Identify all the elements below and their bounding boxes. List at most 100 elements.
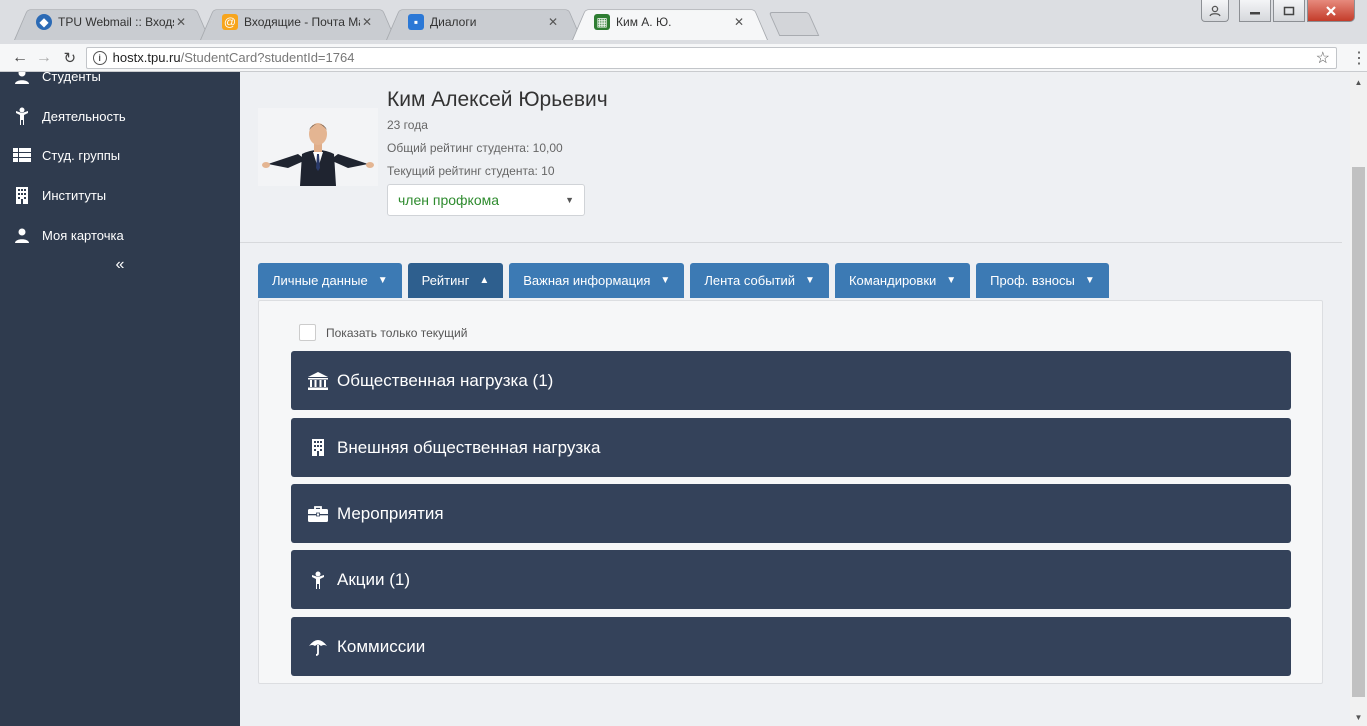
page-scrollbar[interactable]: ▲ ▼ (1350, 72, 1367, 726)
total-rating: Общий рейтинг студента: 10,00 (387, 141, 563, 155)
person-icon (307, 570, 329, 590)
browser-tab-strip: ◆ TPU Webmail :: Входящи ✕ @ Входящие - … (0, 0, 1367, 44)
chevron-down-icon: ▼ (946, 275, 957, 286)
sidebar-item-institutes[interactable]: Институты (12, 185, 106, 205)
tab-label: Лента событий (704, 273, 796, 288)
close-icon[interactable]: ✕ (732, 15, 746, 29)
sidebar-item-label: Студенты (42, 72, 101, 84)
status-value: член профкома (398, 192, 500, 208)
tab-event-feed[interactable]: Лента событий ▼ (690, 263, 829, 298)
status-select[interactable]: член профкома ▼ (387, 184, 585, 216)
sidebar-item-label: Студ. группы (42, 147, 121, 163)
main-content: Ким Алексей Юрьевич 23 года Общий рейтин… (240, 72, 1342, 726)
forward-arrow-icon[interactable]: → (34, 49, 54, 67)
tab-label: Командировки (848, 273, 937, 288)
browser-tab-title: Диалоги (430, 15, 477, 29)
list-icon (12, 146, 32, 164)
url-path: /StudentCard?studentId=1764 (180, 50, 355, 65)
student-age: 23 года (387, 118, 428, 132)
bookmark-star-icon[interactable]: ☆ (1316, 48, 1330, 68)
show-current-label: Показать только текущий (326, 325, 468, 340)
chat-icon: ▪ (408, 14, 424, 30)
scroll-down-icon[interactable]: ▼ (1350, 713, 1367, 722)
browser-tab-mail[interactable]: @ Входящие - Почта Mail. ✕ (200, 4, 396, 40)
umbrella-icon (307, 637, 329, 657)
user-icon (12, 72, 32, 85)
briefcase-icon (307, 504, 329, 524)
minimize-icon[interactable] (1239, 0, 1271, 22)
accordion-commissions[interactable]: Коммиссии (291, 617, 1291, 676)
sidebar-item-students[interactable]: Студенты (12, 72, 101, 86)
accordion-external-load[interactable]: Внешняя общественная нагрузка (291, 418, 1291, 477)
scroll-up-icon[interactable]: ▲ (1350, 78, 1367, 87)
current-rating: Текущий рейтинг студента: 10 (387, 164, 555, 178)
sidebar: Студенты Деятельность Студ. группы Инсти… (0, 72, 240, 726)
user-icon (12, 226, 32, 244)
browser-tab-student[interactable]: ▦ Ким А. Ю. ✕ (572, 4, 768, 40)
person-icon (12, 107, 32, 125)
sidebar-item-label: Институты (42, 187, 107, 203)
profile-icon[interactable] (1201, 0, 1229, 22)
close-icon[interactable]: ✕ (174, 15, 188, 29)
address-bar[interactable]: i hostx.tpu.ru /StudentCard?studentId=17… (85, 46, 1337, 69)
accordion-label: Мероприятия (337, 503, 444, 523)
sidebar-item-my-card[interactable]: Моя карточка (12, 225, 124, 245)
reload-icon[interactable]: ↻ (60, 49, 80, 67)
globe-icon: ◆ (36, 14, 52, 30)
divider (240, 242, 1342, 243)
browser-tab-title: TPU Webmail :: Входящи (58, 15, 174, 29)
sidebar-item-label: Моя карточка (42, 227, 124, 243)
mail-icon: @ (222, 14, 238, 30)
accordion-label: Общественная нагрузка (1) (337, 370, 554, 390)
profile-tabs: Личные данные ▼ Рейтинг ▲ Важная информа… (258, 263, 1109, 298)
tab-personal-data[interactable]: Личные данные ▼ (258, 263, 402, 298)
info-icon[interactable]: i (92, 50, 107, 65)
chevron-up-icon: ▲ (479, 275, 490, 286)
close-icon[interactable]: ✕ (360, 15, 374, 29)
profile-photo (258, 108, 378, 186)
browser-tab-webmail[interactable]: ◆ TPU Webmail :: Входящи ✕ (14, 4, 210, 40)
browser-tab-title: Входящие - Почта Mail. (244, 15, 360, 29)
student-name: Ким Алексей Юрьевич (387, 88, 608, 111)
chevron-down-icon: ▼ (805, 275, 815, 286)
building-icon (307, 438, 329, 458)
tab-label: Личные данные (272, 273, 368, 288)
sidebar-collapse-button[interactable]: « (0, 256, 240, 274)
accordion-label: Акции (1) (337, 569, 411, 589)
caret-down-icon: ▼ (565, 195, 574, 205)
institution-icon (307, 371, 329, 391)
scroll-thumb[interactable] (1352, 167, 1365, 697)
sidebar-item-label: Деятельность (42, 108, 126, 124)
building-icon (12, 186, 32, 204)
tab-rating[interactable]: Рейтинг ▲ (407, 263, 504, 298)
sidebar-item-activity[interactable]: Деятельность (12, 106, 126, 126)
accordion-public-load[interactable]: Общественная нагрузка (1) (291, 351, 1291, 410)
maximize-icon[interactable] (1273, 0, 1305, 22)
accordion-label: Внешняя общественная нагрузка (337, 437, 601, 457)
chevron-down-icon: ▼ (377, 275, 388, 286)
accordion-label: Коммиссии (337, 636, 426, 656)
menu-icon[interactable]: ⋮ (1351, 48, 1367, 68)
tab-important-info[interactable]: Важная информация ▼ (509, 263, 685, 298)
show-current-checkbox[interactable] (299, 324, 316, 341)
accordion-events[interactable]: Мероприятия (291, 484, 1291, 543)
new-tab-button[interactable] (774, 12, 814, 36)
browser-tab-dialogs[interactable]: ▪ Диалоги ✕ (386, 4, 582, 40)
grid-icon: ▦ (594, 14, 610, 30)
chevron-down-icon: ▼ (1084, 275, 1095, 286)
close-icon[interactable]: ✕ (546, 15, 560, 29)
tab-label: Рейтинг (421, 273, 470, 288)
show-current-only[interactable]: Показать только текущий (299, 324, 467, 341)
url-host: hostx.tpu.ru (112, 50, 181, 65)
rating-panel: Показать только текущий Общественная наг… (258, 300, 1323, 684)
sidebar-item-groups[interactable]: Студ. группы (12, 145, 120, 165)
browser-toolbar: ← → ↻ i hostx.tpu.ru /StudentCard?studen… (0, 44, 1367, 72)
accordion-actions[interactable]: Акции (1) (291, 550, 1291, 609)
back-arrow-icon[interactable]: ← (10, 49, 30, 67)
tab-label: Важная информация (523, 273, 651, 288)
tab-business-trips[interactable]: Командировки ▼ (834, 263, 971, 298)
tab-union-fees[interactable]: Проф. взносы ▼ (976, 263, 1109, 298)
window-close-icon[interactable] (1307, 0, 1355, 22)
tab-label: Проф. взносы (990, 273, 1075, 288)
chevron-down-icon: ▼ (660, 275, 671, 286)
